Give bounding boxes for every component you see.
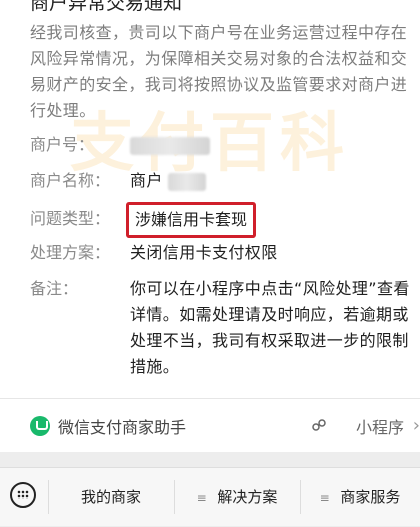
tab-separator — [300, 480, 301, 514]
bottom-menu-bar: 我的商家 ≡ 解决方案 ≡ 商家服务 — [0, 467, 420, 526]
tab-solutions-label: 解决方案 — [217, 488, 278, 506]
menu-icon: ≡ — [319, 491, 330, 505]
notification-card[interactable]: 商户异常交易通知 经我司核查，贵司以下商户号在业务运营过程中存在风险异常情况，为… — [0, 0, 420, 452]
source-row[interactable]: 微信支付商家助手 小程序 › — [30, 412, 420, 440]
issue-type-highlight: 涉嫌信用卡套现 — [126, 202, 257, 238]
merchant-id-value — [130, 132, 412, 158]
tab-my-merchant[interactable]: 我的商家 — [48, 468, 174, 526]
merchant-id-label: 商户号： — [30, 135, 95, 154]
tab-separator — [48, 480, 49, 514]
wechat-pay-logo-icon — [30, 416, 50, 436]
tab-my-merchant-label: 我的商家 — [80, 488, 141, 506]
menu-icon: ≡ — [196, 491, 207, 505]
tab-merchant-service-label: 商家服务 — [340, 488, 401, 506]
merchant-name-text: 商户 — [130, 171, 163, 190]
redacted-merchant-id — [130, 136, 210, 155]
redacted-merchant-name — [168, 172, 207, 191]
chevron-right-icon: › — [412, 415, 420, 436]
remark-value: 你可以在小程序中点击“风险处理”查看详情。如需处理请及时响应，若逾期或处理不当，… — [130, 279, 410, 376]
issue-type-label: 问题类型： — [30, 209, 111, 228]
remark-label: 备注： — [30, 279, 79, 298]
solution-label: 处理方案： — [30, 243, 111, 262]
solution-value: 关闭信用卡支付权限 — [130, 243, 278, 262]
tab-separator — [174, 480, 175, 514]
keyboard-icon[interactable] — [10, 482, 36, 508]
divider — [0, 398, 420, 399]
merchant-name-label: 商户名称： — [30, 171, 111, 190]
tab-merchant-service[interactable]: ≡ 商家服务 — [300, 468, 420, 526]
source-name: 微信支付商家助手 — [58, 418, 187, 437]
card-title: 商户异常交易通知 — [30, 0, 183, 14]
mini-program-label: 小程序 — [355, 418, 404, 437]
merchant-name-value: 商户 — [130, 168, 412, 194]
issue-type-value: 涉嫌信用卡套现 — [135, 210, 248, 229]
tab-solutions[interactable]: ≡ 解决方案 — [174, 468, 300, 526]
mini-program-icon — [312, 419, 326, 431]
